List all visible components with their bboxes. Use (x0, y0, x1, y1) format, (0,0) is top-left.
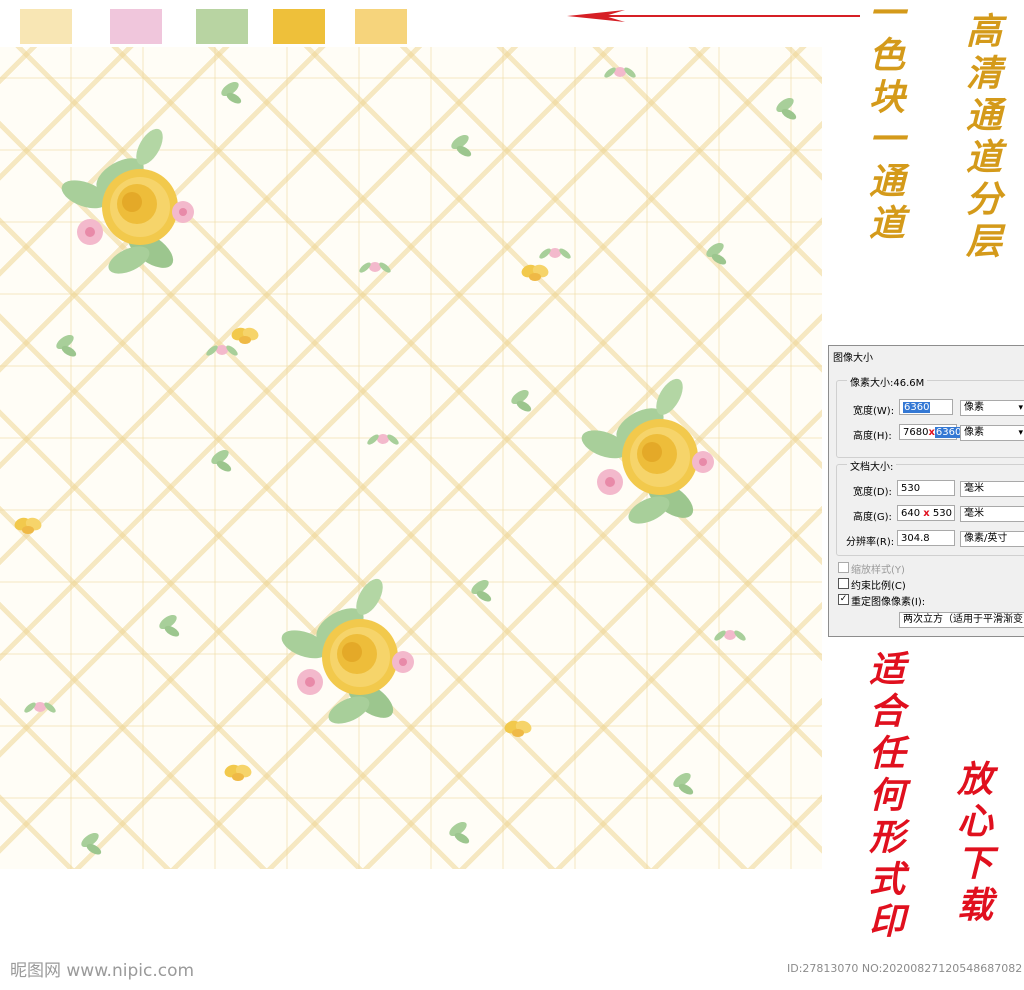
pixel-height-label: 高度(H): (853, 431, 892, 442)
resample-checkbox[interactable]: ✓ (838, 594, 849, 605)
constrain-proportions-label: 约束比例(C) (851, 581, 906, 592)
resample-method-select[interactable]: 两次立方（适用于平滑渐变 (899, 612, 1024, 628)
floral-pattern-canvas (0, 47, 822, 869)
site-watermark: 昵图网 www.nipic.com (10, 961, 195, 981)
pixel-dimensions-group: 像素大小:46.6M (836, 374, 1024, 458)
color-swatch-cream (20, 9, 72, 44)
constrain-proportions-checkbox[interactable] (838, 578, 849, 589)
resolution-unit-select[interactable]: 像素/英寸 (960, 531, 1024, 547)
pixel-width-label: 宽度(W): (853, 406, 895, 417)
color-swatch-green (196, 9, 248, 44)
pixel-height-unit-select[interactable]: 像素 ▾ (960, 425, 1024, 441)
resample-label: 重定图像像素(I): (851, 597, 926, 608)
chevron-down-icon: ▾ (1018, 428, 1023, 438)
image-id-watermark: ID:27813070 NO:20200827120548687082 (787, 962, 1023, 975)
pixel-width-input[interactable]: 6360 (899, 399, 953, 415)
doc-height-unit-select[interactable]: 毫米 (960, 506, 1024, 522)
pixel-height-input[interactable]: 7680x6360 (899, 424, 963, 440)
image-size-dialog: 图像大小 像素大小:46.6M 宽度(W): 6360 像素 ▾ 高度(H): 7… (828, 345, 1024, 637)
color-swatch-pink (110, 9, 162, 44)
pixel-group-label: 像素大小:46.6M (847, 374, 928, 389)
doc-height-input[interactable]: 640 x 530 (897, 505, 955, 521)
doc-width-input[interactable]: 530 (897, 480, 955, 496)
dialog-title: 图像大小 (833, 353, 873, 364)
scale-styles-label: 缩放样式(Y) (851, 565, 905, 576)
doc-height-label: 高度(G): (853, 512, 892, 523)
download-assured-text: 放心下载 (951, 760, 993, 928)
one-color-one-channel-text: 一色块一通道 (863, 0, 905, 246)
doc-width-unit-select[interactable]: 毫米 (960, 481, 1024, 497)
pixel-width-unit-select[interactable]: 像素 ▾ (960, 400, 1024, 416)
doc-group-label: 文档大小: (847, 458, 897, 473)
floral-motifs (12, 65, 798, 857)
resolution-input[interactable]: 304.8 (897, 530, 955, 546)
doc-width-label: 宽度(D): (853, 487, 892, 498)
color-swatch-gold (273, 9, 325, 44)
hd-channel-layer-text: 高清通道分层 (960, 12, 1002, 264)
scale-styles-checkbox[interactable] (838, 562, 849, 573)
suitable-print-text: 适合任何形式印 (863, 650, 905, 944)
color-swatch-light-gold (355, 9, 407, 44)
chevron-down-icon: ▾ (1018, 403, 1023, 413)
resolution-label: 分辨率(R): (846, 537, 895, 548)
arrow-left-icon (567, 10, 860, 22)
